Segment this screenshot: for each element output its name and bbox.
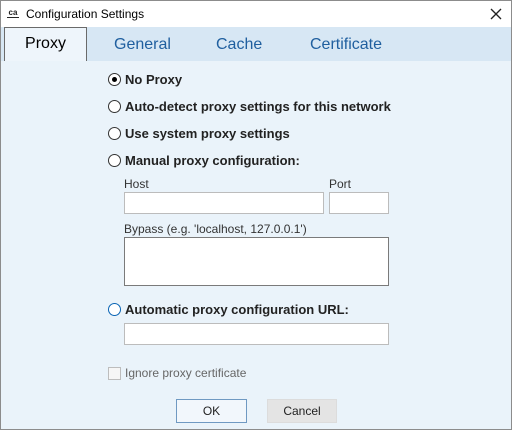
- ignore-cert-label[interactable]: Ignore proxy certificate: [125, 366, 246, 380]
- ca-logo-icon: ca: [6, 7, 20, 19]
- auto-detect-radio[interactable]: [108, 100, 121, 113]
- system-proxy-radio[interactable]: [108, 127, 121, 140]
- host-label: Host: [124, 177, 149, 191]
- host-input[interactable]: [124, 192, 324, 214]
- no-proxy-label[interactable]: No Proxy: [125, 72, 182, 87]
- close-icon[interactable]: [487, 5, 505, 23]
- cancel-button[interactable]: Cancel: [267, 399, 337, 423]
- auto-config-url-input[interactable]: [124, 323, 389, 345]
- auto-detect-label[interactable]: Auto-detect proxy settings for this netw…: [125, 99, 391, 114]
- tab-certificate[interactable]: Certificate: [310, 27, 382, 61]
- tab-general[interactable]: General: [114, 27, 171, 61]
- bypass-textarea[interactable]: [124, 237, 389, 286]
- configuration-settings-dialog: ca Configuration Settings Proxy General …: [0, 0, 512, 430]
- ok-button[interactable]: OK: [176, 399, 247, 423]
- svg-text:ca: ca: [9, 8, 18, 17]
- proxy-panel: No Proxy Auto-detect proxy settings for …: [1, 61, 511, 429]
- system-proxy-label[interactable]: Use system proxy settings: [125, 126, 290, 141]
- bypass-label: Bypass (e.g. 'localhost, 127.0.0.1'): [124, 222, 307, 236]
- auto-config-url-radio[interactable]: [108, 303, 121, 316]
- title-bar[interactable]: ca Configuration Settings: [1, 1, 511, 27]
- ignore-cert-checkbox[interactable]: [108, 367, 121, 380]
- manual-proxy-label[interactable]: Manual proxy configuration:: [125, 153, 300, 168]
- window-title: Configuration Settings: [26, 7, 145, 21]
- manual-proxy-radio[interactable]: [108, 154, 121, 167]
- tab-bar: Proxy General Cache Certificate: [1, 27, 511, 61]
- port-input[interactable]: [329, 192, 389, 214]
- port-label: Port: [329, 177, 352, 191]
- auto-config-url-label[interactable]: Automatic proxy configuration URL:: [125, 302, 349, 317]
- tab-cache[interactable]: Cache: [216, 27, 262, 61]
- tab-proxy[interactable]: Proxy: [4, 27, 87, 61]
- no-proxy-radio[interactable]: [108, 73, 121, 86]
